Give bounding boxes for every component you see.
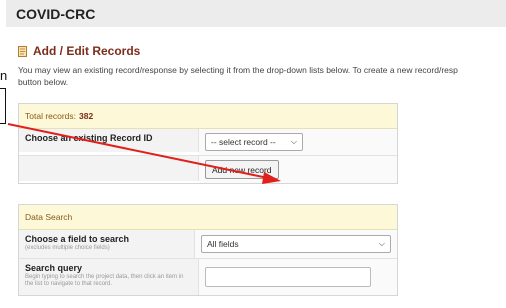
choose-record-label-cell: Choose an existing Record ID [19, 129, 199, 152]
section-title: Add / Edit Records [18, 44, 140, 58]
search-query-row: Search query Begin typing to search the … [19, 259, 397, 295]
side-bracket [0, 88, 6, 124]
intro-line-2: button below. [18, 77, 69, 87]
choose-record-row: Choose an existing Record ID -- select r… [19, 129, 397, 156]
choose-record-control-cell: -- select record -- ⌵ [199, 129, 397, 155]
side-text: n [0, 68, 8, 83]
search-field-label: Choose a field to search [25, 234, 130, 244]
search-field-control-cell: All fields ⌵ [195, 230, 397, 258]
search-field-sublabel: (excludes multiple choice fields) [25, 245, 110, 251]
record-id-select-value: -- select record -- [211, 137, 276, 147]
search-field-row: Choose a field to search (excludes multi… [19, 230, 397, 259]
section-title-text: Add / Edit Records [33, 44, 141, 58]
total-records-count: 382 [79, 111, 94, 121]
search-query-control-cell [199, 259, 397, 295]
data-search-header: Data Search [19, 205, 397, 230]
search-query-input[interactable] [205, 267, 371, 287]
search-field-label-cell: Choose a field to search (excludes multi… [19, 230, 195, 258]
add-record-row: Add new record [19, 156, 397, 183]
record-id-select[interactable]: -- select record -- ⌵ [205, 133, 303, 151]
add-record-label-cell [19, 156, 199, 181]
add-record-control-cell: Add new record [199, 156, 397, 183]
search-query-label: Search query [25, 263, 83, 273]
project-title: COVID-CRC [16, 5, 96, 22]
data-search-panel: Data Search Choose a field to search (ex… [18, 204, 398, 296]
chevron-down-icon: ⌵ [290, 137, 297, 146]
add-new-record-button[interactable]: Add new record [205, 160, 279, 179]
records-panel-header: Total records: 382 [19, 104, 397, 129]
records-panel: Total records: 382 Choose an existing Re… [18, 103, 398, 184]
search-field-select-value: All fields [207, 239, 239, 249]
intro-line-1: You may view an existing record/response… [18, 65, 458, 75]
edit-records-icon [18, 45, 27, 57]
search-field-select[interactable]: All fields ⌵ [201, 235, 391, 253]
project-title-bar: COVID-CRC [6, 0, 506, 27]
chevron-down-icon: ⌵ [378, 239, 385, 248]
intro-text: You may view an existing record/response… [18, 64, 506, 88]
data-search-title: Data Search [25, 212, 73, 222]
total-records-label: Total records: [25, 111, 77, 121]
search-query-label-cell: Search query Begin typing to search the … [19, 259, 199, 295]
choose-record-label: Choose an existing Record ID [25, 133, 153, 143]
search-query-sublabel: Begin typing to search the project data,… [25, 274, 184, 287]
